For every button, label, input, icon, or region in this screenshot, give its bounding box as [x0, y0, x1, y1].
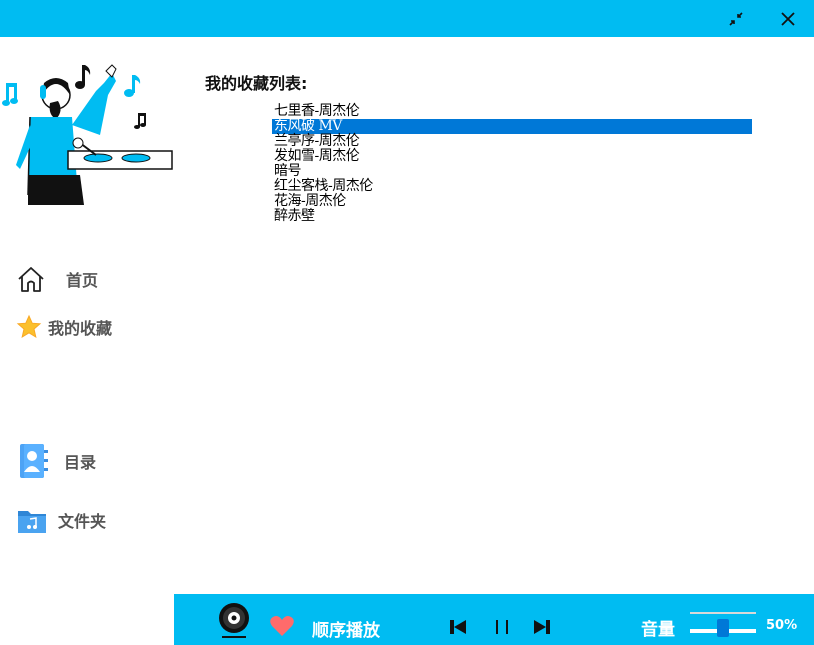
vinyl-disc-icon — [219, 603, 249, 638]
favorites-list[interactable]: 七里香-周杰伦 东风破 MV 兰亭序-周杰伦 发如雪-周杰伦 暗号 红尘客栈-周… — [272, 104, 752, 224]
dj-illustration — [2, 64, 173, 205]
pause-icon — [496, 620, 508, 634]
sidebar-item-label: 目录 — [64, 453, 97, 472]
list-item[interactable]: 兰亭序-周杰伦 — [272, 134, 752, 149]
list-item[interactable]: 暗号 — [272, 164, 752, 179]
volume-slider-top-line — [690, 612, 756, 614]
close-icon — [781, 11, 795, 26]
skip-previous-icon — [450, 620, 466, 634]
sidebar-item-label: 首页 — [66, 271, 99, 290]
favorite-button[interactable] — [269, 614, 295, 638]
sidebar-item-directory[interactable]: 目录 — [16, 442, 96, 480]
list-item[interactable]: 花海-周杰伦 — [272, 194, 752, 209]
play-mode-button[interactable]: 顺序播放 — [312, 616, 380, 641]
music-note-icon — [2, 83, 18, 106]
list-item[interactable]: 红尘客栈-周杰伦 — [272, 179, 752, 194]
previous-button[interactable] — [448, 618, 468, 636]
close-button[interactable] — [768, 0, 808, 37]
star-icon — [16, 314, 42, 339]
volume-label: 音量 — [641, 620, 675, 640]
pause-button[interactable] — [492, 618, 512, 636]
page-title: 我的收藏列表: — [205, 74, 308, 93]
skip-next-icon — [534, 620, 550, 634]
sidebar-item-folder[interactable]: 文件夹 — [16, 505, 106, 535]
contacts-book-icon — [20, 444, 48, 478]
home-icon — [18, 267, 44, 292]
sidebar-item-label: 我的收藏 — [48, 319, 113, 338]
list-item[interactable]: 发如雪-周杰伦 — [272, 149, 752, 164]
player-bar: 顺序播放 音量 50% — [174, 594, 814, 645]
next-button[interactable] — [532, 618, 552, 636]
heart-icon — [270, 616, 294, 636]
list-item-selected[interactable]: 东风破 MV — [272, 119, 752, 134]
title-bar — [0, 0, 814, 37]
collapse-arrows-icon — [729, 11, 743, 26]
list-item[interactable]: 七里香-周杰伦 — [272, 104, 752, 119]
volume-percent: 50% — [766, 618, 798, 633]
album-disc-button[interactable] — [218, 600, 250, 640]
sidebar-item-label: 文件夹 — [58, 512, 107, 531]
minimize-button[interactable] — [716, 0, 756, 37]
sidebar-item-home[interactable]: 首页 — [16, 264, 98, 294]
list-item[interactable]: 醉赤壁 — [272, 209, 752, 224]
music-folder-icon — [18, 511, 46, 533]
sidebar-item-favorites[interactable]: 我的收藏 — [16, 314, 112, 340]
volume-slider-handle[interactable] — [717, 619, 729, 637]
